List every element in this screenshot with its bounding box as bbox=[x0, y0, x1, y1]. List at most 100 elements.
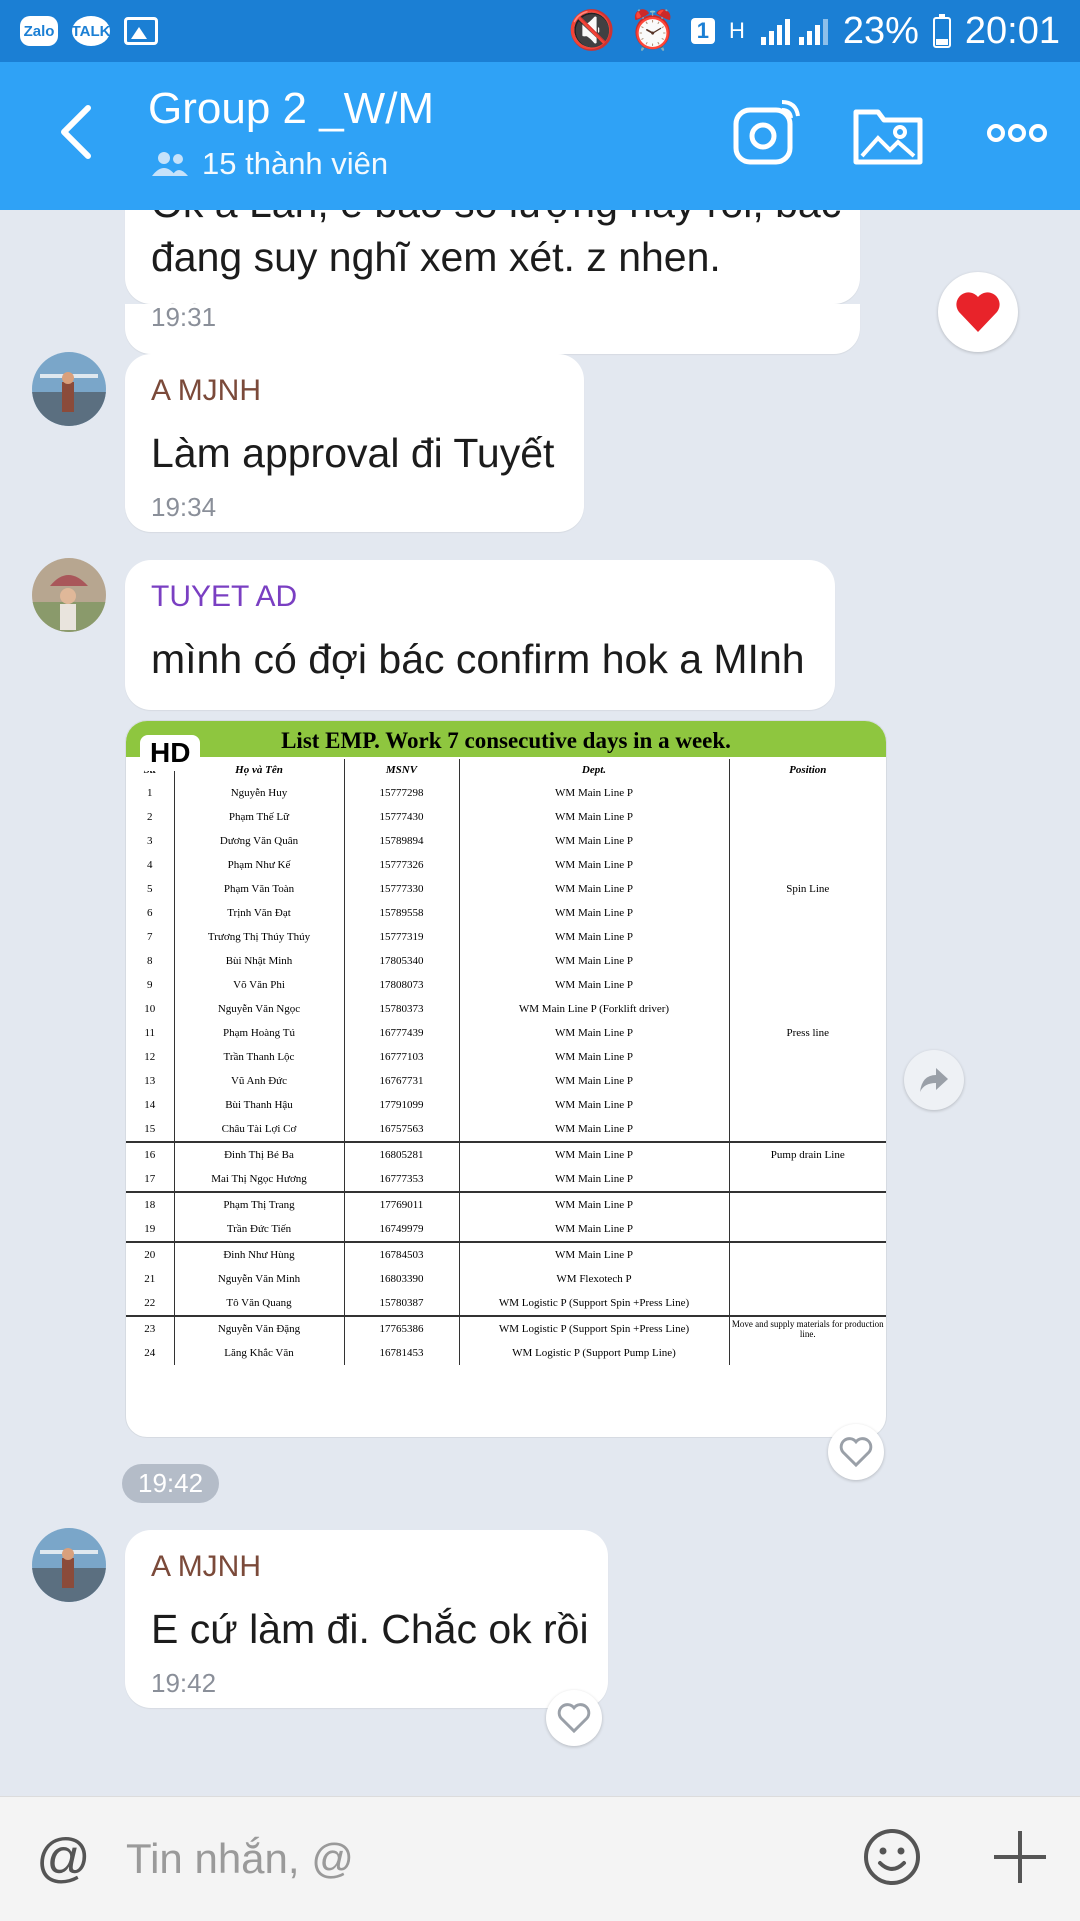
table-cell: Châu Tài Lợi Cơ bbox=[173, 1117, 344, 1142]
table-cell: Bùi Thanh Hậu bbox=[173, 1093, 344, 1117]
table-cell: Tô Văn Quang bbox=[173, 1291, 344, 1316]
group-title[interactable]: Group 2 _W/M bbox=[148, 84, 434, 134]
message-text-line: đang suy nghĩ xem xét. z nhen. bbox=[151, 234, 721, 280]
table-cell: Move and supply materials for production… bbox=[728, 1315, 886, 1341]
table-row: 24 Lăng Khắc Văn 16781453 WM Logistic P (Su… bbox=[126, 1341, 886, 1365]
more-options-icon[interactable] bbox=[986, 122, 1048, 144]
table-cell bbox=[728, 1291, 886, 1316]
sender-name[interactable]: TUYET AD bbox=[151, 580, 297, 614]
table-row: 10 Nguyễn Văn Ngọc 15780373 WM Main Line P … bbox=[126, 997, 886, 1021]
table-row: 19 Trần Đức Tiến 16749979 WM Main Line P bbox=[126, 1217, 886, 1242]
image-attachment[interactable]: List EMP. Work 7 consecutive days in a w… bbox=[125, 720, 887, 1438]
heart-reaction-icon[interactable] bbox=[828, 1424, 884, 1480]
table-cell: 16777103 bbox=[343, 1045, 459, 1069]
table-cell: WM Main Line P bbox=[458, 1093, 729, 1117]
table-cell bbox=[728, 1191, 886, 1217]
table-cell: WM Main Line P bbox=[458, 877, 729, 901]
table-cell: 12 bbox=[144, 1051, 156, 1063]
share-forward-icon[interactable] bbox=[904, 1050, 964, 1110]
table-cell: Phạm Như Kế bbox=[173, 853, 344, 877]
table-cell: 15789894 bbox=[343, 829, 459, 853]
mention-button[interactable]: @ bbox=[36, 1827, 91, 1889]
message-bubble-footer: 19:31 bbox=[125, 302, 860, 354]
table-cell: Bùi Nhật Minh bbox=[173, 949, 344, 973]
sim-badge: 1 bbox=[690, 18, 715, 44]
table-cell: Trần Thanh Lộc bbox=[173, 1045, 344, 1069]
table-cell: 11 bbox=[144, 1027, 156, 1039]
table-cell: 8 bbox=[147, 955, 153, 967]
header-cell: MSNV bbox=[343, 759, 459, 781]
table-row: 11 Phạm Hoàng Tú 16777439 WM Main Line P Pre… bbox=[126, 1021, 886, 1045]
table-cell: 17805340 bbox=[343, 949, 459, 973]
status-bar: Zalo TALK 🔇 ⏰ 1 H 23% 20:01 bbox=[0, 0, 1080, 62]
message-bubble[interactable]: TUYET AD mình có đợi bác confirm hok a M… bbox=[125, 560, 835, 710]
table-cell: 15777326 bbox=[343, 853, 459, 877]
table-row: 13 Vũ Anh Đức 16767731 WM Main Line P bbox=[126, 1069, 886, 1093]
table-cell: Trương Thị Thúy Thúy bbox=[173, 925, 344, 949]
table-row: 7 Trương Thị Thúy Thúy 15777319 WM Main Lin… bbox=[126, 925, 886, 949]
back-arrow-icon[interactable] bbox=[52, 102, 102, 162]
status-notifications: Zalo TALK bbox=[20, 16, 158, 46]
table-cell: WM Main Line P bbox=[458, 1167, 729, 1192]
table-cell: 16803390 bbox=[343, 1267, 459, 1291]
message-time: 19:34 bbox=[151, 492, 217, 522]
add-attachment-icon[interactable] bbox=[990, 1827, 1050, 1887]
table-cell: WM Main Line P bbox=[458, 781, 729, 805]
table-cell: WM Main Line P bbox=[458, 973, 729, 997]
table-cell: 17 bbox=[144, 1173, 156, 1185]
table-cell: 15777430 bbox=[343, 805, 459, 829]
table-cell bbox=[728, 925, 886, 949]
table-cell: 19 bbox=[144, 1223, 156, 1235]
message-bubble[interactable]: A MJNH E cứ làm đi. Chắc ok rồi 19:42 bbox=[125, 1530, 608, 1708]
media-folder-icon[interactable] bbox=[852, 98, 926, 168]
table-cell bbox=[728, 1267, 886, 1291]
table-cell bbox=[728, 1241, 886, 1267]
heart-reaction-icon[interactable] bbox=[938, 272, 1018, 352]
message-list[interactable]: Ok a Lân, e báo số lượng này rồi, bác đa… bbox=[0, 210, 1080, 1796]
sender-name[interactable]: A MJNH bbox=[151, 1550, 261, 1584]
message-input[interactable]: Tin nhắn, @ bbox=[126, 1835, 354, 1883]
table-cell bbox=[728, 805, 886, 829]
avatar[interactable] bbox=[32, 1528, 106, 1602]
table-cell bbox=[728, 1045, 886, 1069]
member-count[interactable]: 15 thành viên bbox=[150, 146, 388, 182]
message-text: Làm approval đi Tuyết bbox=[151, 430, 555, 476]
table-cell: WM Main Line P bbox=[458, 925, 729, 949]
avatar[interactable] bbox=[32, 558, 106, 632]
camera-icon[interactable] bbox=[732, 98, 802, 168]
table-cell bbox=[728, 949, 886, 973]
table-cell bbox=[728, 1069, 886, 1093]
table-cell: 20 bbox=[126, 1241, 174, 1267]
avatar[interactable] bbox=[32, 352, 106, 426]
table-row: 2 Phạm Thế Lữ 15777430 WM Main Line P bbox=[126, 805, 886, 829]
table-cell: Trần Đức Tiến bbox=[173, 1217, 344, 1242]
signal-icon bbox=[759, 15, 829, 47]
table-cell: 15780387 bbox=[343, 1291, 459, 1316]
table-cell: WM Main Line P bbox=[458, 1069, 729, 1093]
table-cell: 7 bbox=[147, 931, 153, 943]
heart-reaction-icon[interactable] bbox=[546, 1690, 602, 1746]
table-cell: Phạm Thị Trang bbox=[173, 1191, 344, 1217]
table-cell: WM Main Line P bbox=[458, 829, 729, 853]
table-cell: WM Main Line P bbox=[458, 1241, 729, 1267]
table-cell: 21 bbox=[144, 1273, 156, 1285]
header-cell: Dept. bbox=[458, 759, 729, 781]
table-cell: WM Logistic P (Support Pump Line) bbox=[458, 1341, 729, 1365]
table-cell: WM Main Line P bbox=[458, 1045, 729, 1069]
gallery-notification-icon bbox=[124, 17, 158, 45]
battery-percent: 23% bbox=[842, 9, 919, 52]
table-cell: Spin Line bbox=[728, 877, 886, 901]
table-row: 1 Nguyễn Huy 15777298 WM Main Line P bbox=[126, 781, 886, 805]
table-cell: 15 bbox=[144, 1123, 156, 1135]
table-cell: 10 bbox=[144, 1003, 156, 1015]
employee-table: Stt Họ và Tên MSNV Dept. Position 1 Nguyễ… bbox=[126, 759, 886, 1365]
emoji-icon[interactable] bbox=[862, 1827, 922, 1887]
hd-badge: HD bbox=[140, 735, 201, 771]
message-bubble[interactable]: Ok a Lân, e báo số lượng này rồi, bác đa… bbox=[125, 210, 860, 328]
sender-name[interactable]: A MJNH bbox=[151, 374, 261, 408]
header-cell: Position bbox=[728, 759, 886, 781]
table-cell: WM Main Line P bbox=[458, 853, 729, 877]
message-bubble[interactable]: A MJNH Làm approval đi Tuyết 19:34 bbox=[125, 354, 584, 532]
table-cell: WM Main Line P bbox=[458, 901, 729, 925]
message-text-line: Ok a Lân, e báo số lượng này rồi, bác bbox=[151, 210, 841, 227]
